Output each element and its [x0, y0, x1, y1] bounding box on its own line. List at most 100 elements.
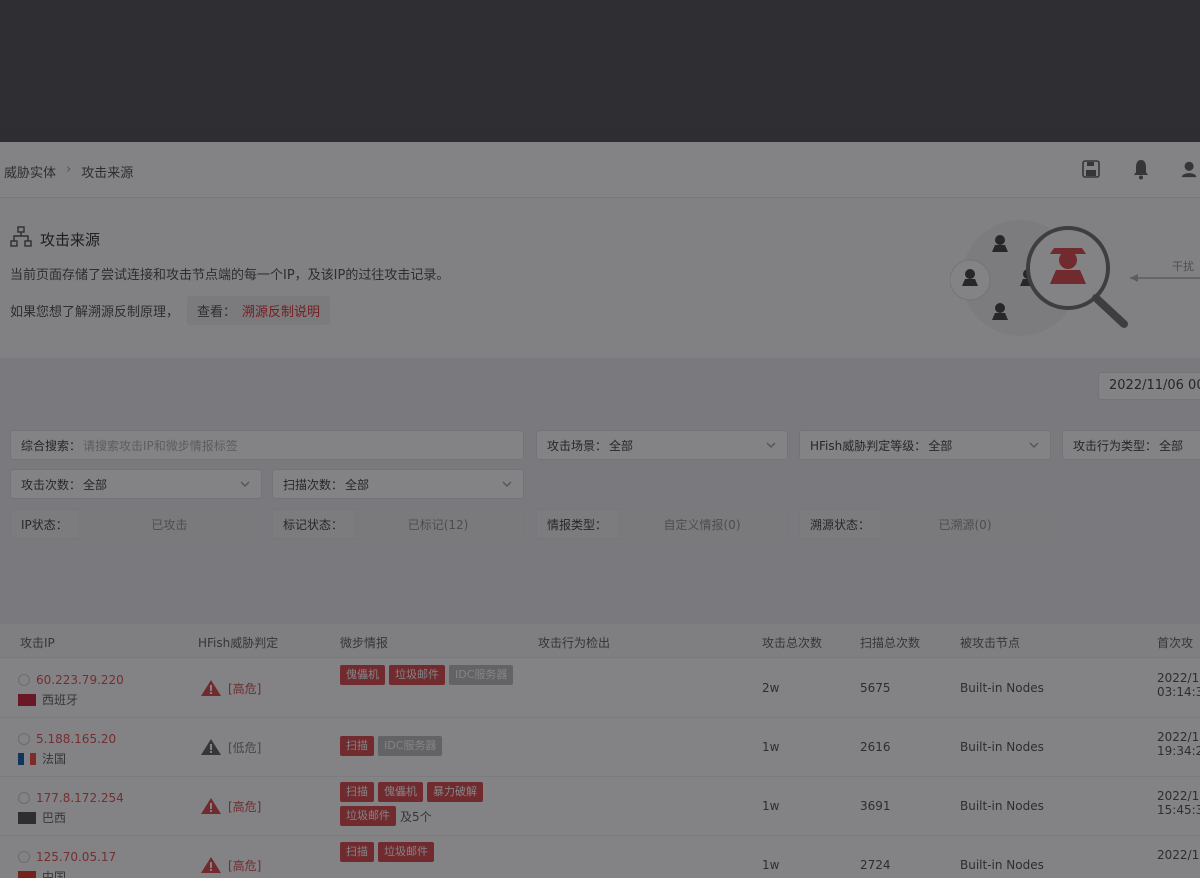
table-row[interactable]: 5.188.165.20 法国 [低危] 扫描 IDC服务器 1w 2616 B…: [0, 718, 1200, 777]
verdict-text: [高危]: [228, 799, 262, 814]
country-name: 西班牙: [42, 693, 79, 707]
table-row[interactable]: 125.70.05.17 中国 [高危] 扫描 垃圾邮件 1w 2724 Bui…: [0, 836, 1200, 878]
intel-type-filter[interactable]: 情报类型： 自定义情报(0): [536, 509, 788, 539]
mark-status-value: 已标记(12): [353, 510, 523, 538]
scan-count-select[interactable]: 扫描次数： 全部: [272, 469, 524, 499]
app-window: 威胁实体 › 攻击来源 攻击来源 当前页面存储了尝试连接和攻击节点端的每一个IP…: [0, 142, 1200, 878]
column-header[interactable]: 攻击IP: [20, 634, 55, 651]
more-tags-link[interactable]: 及5个: [400, 808, 432, 825]
scan-total: 5675: [860, 681, 891, 695]
first-time: 15:45:3: [1157, 803, 1200, 817]
intel-type-value: 自定义情报(0): [617, 510, 787, 538]
breadcrumb-item-threat-entity[interactable]: 威胁实体: [4, 162, 56, 181]
scan-count-value: 全部: [345, 477, 370, 492]
search-label: 综合搜索：: [21, 438, 82, 453]
ip-text[interactable]: 125.70.05.17: [36, 850, 116, 864]
intel-tag[interactable]: 暴力破解: [427, 782, 483, 802]
hfish-level-label: HFish威胁判定等级：: [810, 438, 927, 453]
warning-icon: [201, 680, 221, 696]
column-header[interactable]: 攻击行为检出: [538, 634, 610, 651]
attack-scene-label: 攻击场景：: [547, 438, 608, 453]
ip-marker-icon: [18, 792, 30, 804]
attack-count-select[interactable]: 攻击次数： 全部: [10, 469, 262, 499]
ip-text[interactable]: 177.8.172.254: [36, 791, 124, 805]
threat-verdict: [高危]: [200, 797, 261, 815]
topbar-icons: [1080, 156, 1200, 182]
trace-status-label: 溯源状态：: [810, 517, 871, 532]
intel-tag[interactable]: IDC服务器: [449, 665, 514, 685]
country: 中国: [18, 868, 116, 878]
attack-total: 1w: [762, 740, 780, 754]
ip-text[interactable]: 5.188.165.20: [36, 732, 116, 746]
attacked-node: Built-in Nodes: [960, 799, 1044, 813]
attack-ip[interactable]: 5.188.165.20: [18, 732, 116, 746]
trace-status-filter[interactable]: 溯源状态： 已溯源(0): [799, 509, 1051, 539]
column-header[interactable]: 攻击总次数: [762, 634, 822, 651]
attack-total: 2w: [762, 681, 780, 695]
first-time: 03:14:3: [1157, 685, 1200, 699]
trace-explanation-pill: 查看： 溯源反制说明: [187, 296, 331, 325]
search-placeholder: 请搜索攻击IP和微步情报标签: [83, 438, 238, 453]
column-header[interactable]: 首次攻: [1157, 634, 1193, 651]
flag-icon: [18, 870, 36, 878]
ip-status-label: IP状态：: [21, 517, 68, 532]
ip-text[interactable]: 60.223.79.220: [36, 673, 124, 687]
warning-icon: [201, 857, 221, 873]
scan-total: 3691: [860, 799, 891, 813]
trace-explanation-link[interactable]: 溯源反制说明: [242, 301, 320, 320]
intel-tags: 扫描 傀儡机 暴力破解 垃圾邮件 及5个: [340, 782, 530, 826]
arrow-text: 干扰: [1172, 259, 1194, 273]
scan-count-label: 扫描次数：: [283, 477, 344, 492]
attack-total: 1w: [762, 799, 780, 813]
attack-behavior-select[interactable]: 攻击行为类型： 全部: [1062, 430, 1200, 460]
first-attack-time: 2022/1 03:14:3: [1157, 671, 1200, 699]
first-date: 2022/1: [1157, 730, 1200, 744]
page: 威胁实体 › 攻击来源 攻击来源 当前页面存储了尝试连接和攻击节点端的每一个IP…: [0, 0, 1200, 878]
warning-icon: [201, 739, 221, 755]
intel-tag[interactable]: 扫描: [340, 736, 374, 756]
network-icon: [10, 226, 32, 252]
hfish-level-value: 全部: [928, 438, 953, 453]
intel-tag[interactable]: 傀儡机: [340, 665, 385, 685]
country: 巴西: [18, 809, 124, 826]
ip-status-value: 已攻击: [77, 510, 261, 538]
attack-scene-select[interactable]: 攻击场景： 全部: [536, 430, 788, 460]
attack-ip[interactable]: 125.70.05.17: [18, 850, 116, 864]
intel-tag[interactable]: IDC服务器: [378, 736, 443, 756]
country: 西班牙: [18, 691, 124, 708]
ip-status-filter[interactable]: IP状态： 已攻击: [10, 509, 262, 539]
table-row[interactable]: 177.8.172.254 巴西 [高危] 扫描 傀儡机 暴力破解 垃圾邮件 及…: [0, 777, 1200, 836]
attacked-node: Built-in Nodes: [960, 681, 1044, 695]
mark-status-label: 标记状态：: [283, 517, 344, 532]
hfish-level-select[interactable]: HFish威胁判定等级： 全部: [799, 430, 1051, 460]
flag-icon: [18, 693, 36, 706]
intel-tag[interactable]: 垃圾邮件: [389, 665, 445, 685]
chevron-down-icon: [501, 478, 513, 493]
column-header[interactable]: 被攻击节点: [960, 634, 1020, 651]
column-header[interactable]: 扫描总次数: [860, 634, 920, 651]
intel-tag[interactable]: 扫描: [340, 842, 374, 862]
threat-verdict: [高危]: [200, 856, 261, 874]
save-icon[interactable]: [1080, 156, 1102, 182]
column-header[interactable]: 微步情报: [340, 634, 388, 651]
country-name: 巴西: [42, 811, 67, 825]
column-header[interactable]: HFish威胁判定: [198, 634, 278, 651]
date-range-picker[interactable]: 2022/11/06 00:00: [1098, 372, 1200, 400]
intel-tag[interactable]: 傀儡机: [378, 782, 423, 802]
search-input[interactable]: 综合搜索： 请搜索攻击IP和微步情报标签: [10, 430, 524, 460]
verdict-text: [高危]: [228, 858, 262, 873]
attack-ip[interactable]: 177.8.172.254: [18, 791, 124, 805]
attack-count-label: 攻击次数：: [21, 477, 82, 492]
intel-tags: 傀儡机 垃圾邮件 IDC服务器: [340, 665, 530, 685]
user-icon[interactable]: [1180, 156, 1200, 182]
table-row[interactable]: 60.223.79.220 西班牙 [高危] 傀儡机 垃圾邮件 IDC服务器 2…: [0, 659, 1200, 718]
trace-explanation-prefix: 如果您想了解溯源反制原理，: [10, 305, 180, 320]
scan-total: 2616: [860, 740, 891, 754]
mark-status-filter[interactable]: 标记状态： 已标记(12): [272, 509, 524, 539]
intel-tag[interactable]: 扫描: [340, 782, 374, 802]
intel-tag[interactable]: 垃圾邮件: [378, 842, 434, 862]
attack-ip[interactable]: 60.223.79.220: [18, 673, 124, 687]
intel-tag[interactable]: 垃圾邮件: [340, 806, 396, 826]
bell-icon[interactable]: [1130, 156, 1152, 182]
scan-total: 2724: [860, 858, 891, 872]
